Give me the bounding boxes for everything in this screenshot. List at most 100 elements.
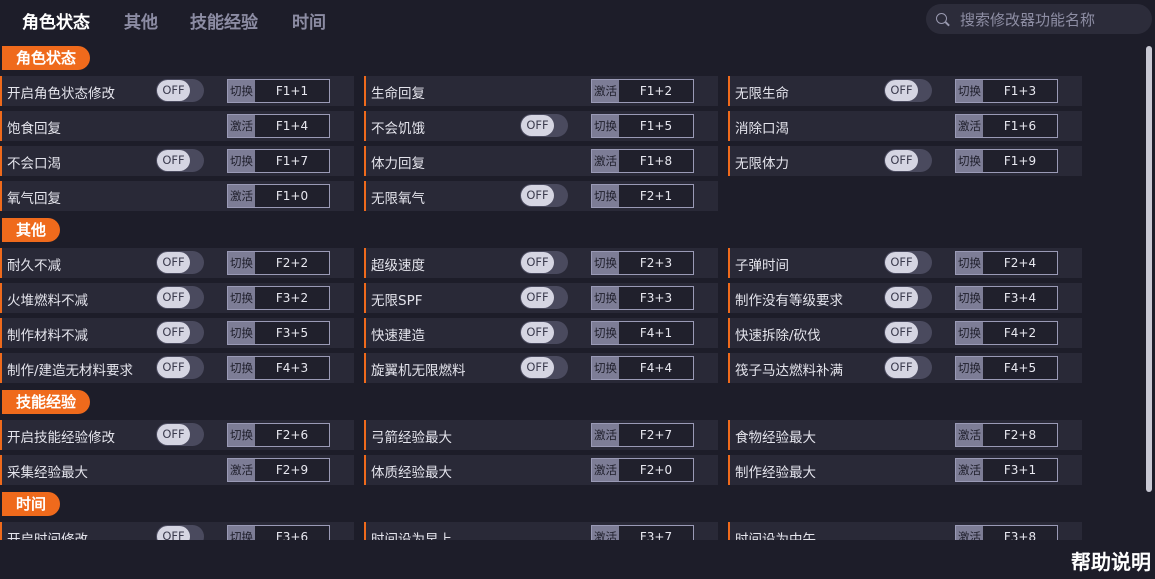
cheat-list: 角色状态 开启角色状态修改 OFF 切换 F1+1 生命回复 激活 F1+2 无限生命 OFF 切换… (0, 44, 1140, 540)
cheat-item: 火堆燃料不减 OFF 切换 F3+2 (0, 283, 354, 313)
hotkey-key: F1+8 (639, 154, 673, 168)
toggle-switch[interactable]: OFF (156, 79, 204, 102)
toggle-state: OFF (157, 424, 190, 445)
cheat-label: 耐久不减 (7, 258, 61, 274)
hotkey-field[interactable]: 激活 F1+2 (591, 79, 694, 103)
hotkey-field[interactable]: 激活 F1+6 (955, 114, 1058, 138)
hotkey-field[interactable]: 激活 F1+0 (227, 184, 330, 208)
toggle-switch[interactable]: OFF (156, 149, 204, 172)
hotkey-action-label: 激活 (592, 459, 619, 481)
cheat-label: 无限氧气 (371, 191, 425, 207)
hotkey-field[interactable]: 切换 F2+1 (591, 184, 694, 208)
toggle-switch[interactable]: OFF (520, 356, 568, 379)
hotkey-action-label: 切换 (228, 357, 255, 379)
toggle-state: OFF (521, 322, 554, 343)
hotkey-key: F1+3 (1003, 84, 1037, 98)
hotkey-field[interactable]: 切换 F3+6 (227, 525, 330, 540)
hotkey-field[interactable]: 切换 F4+3 (227, 356, 330, 380)
hotkey-field[interactable]: 激活 F3+1 (955, 458, 1058, 482)
hotkey-field[interactable]: 切换 F1+9 (955, 149, 1058, 173)
toggle-switch[interactable]: OFF (520, 251, 568, 274)
hotkey-action-label: 切换 (956, 357, 983, 379)
cheat-row: 氧气回复 激活 F1+0 无限氧气 OFF 切换 F2+1 (0, 181, 1140, 216)
cheat-item: 生命回复 激活 F1+2 (364, 76, 718, 106)
toggle-switch[interactable]: OFF (520, 321, 568, 344)
hotkey-action-label: 切换 (592, 252, 619, 274)
hotkey-key: F4+1 (639, 326, 673, 340)
hotkey-field[interactable]: 切换 F2+2 (227, 251, 330, 275)
cheat-label: 子弹时间 (735, 258, 789, 274)
toggle-switch[interactable]: OFF (156, 321, 204, 344)
hotkey-field[interactable]: 切换 F1+7 (227, 149, 330, 173)
toggle-switch[interactable]: OFF (156, 525, 204, 540)
help-button[interactable]: 帮助说明 (1071, 546, 1151, 575)
hotkey-field[interactable]: 切换 F1+1 (227, 79, 330, 103)
hotkey-field[interactable]: 激活 F3+8 (955, 525, 1058, 540)
hotkey-field[interactable]: 切换 F2+6 (227, 423, 330, 447)
hotkey-field[interactable]: 激活 F1+4 (227, 114, 330, 138)
scrollbar[interactable] (1145, 44, 1153, 540)
hotkey-key: F3+5 (275, 326, 309, 340)
scrollbar-thumb[interactable] (1146, 46, 1152, 492)
hotkey-action-label: 切换 (228, 322, 255, 344)
hotkey-key: F2+2 (275, 256, 309, 270)
toggle-switch[interactable]: OFF (520, 286, 568, 309)
cheat-label: 制作材料不减 (7, 328, 88, 344)
hotkey-field[interactable]: 切换 F4+5 (955, 356, 1058, 380)
toggle-switch[interactable]: OFF (884, 321, 932, 344)
hotkey-action-label: 切换 (592, 287, 619, 309)
toggle-switch[interactable]: OFF (520, 184, 568, 207)
search-input[interactable] (958, 9, 1142, 31)
cheat-label: 开启时间修改 (7, 532, 88, 540)
toggle-switch[interactable]: OFF (884, 251, 932, 274)
hotkey-key: F2+3 (639, 256, 673, 270)
hotkey-field[interactable]: 切换 F2+4 (955, 251, 1058, 275)
section-title: 角色状态 (2, 46, 91, 70)
toggle-switch[interactable]: OFF (156, 423, 204, 446)
section: 技能经验 开启技能经验修改 OFF 切换 F2+6 弓箭经验最大 激活 F2+7 食物经验最大激… (0, 388, 1140, 490)
toggle-state: OFF (521, 357, 554, 378)
hotkey-field[interactable]: 切换 F2+3 (591, 251, 694, 275)
cheat-label: 体质经验最大 (371, 465, 452, 481)
toggle-switch[interactable]: OFF (884, 356, 932, 379)
hotkey-field[interactable]: 切换 F1+3 (955, 79, 1058, 103)
hotkey-field[interactable]: 激活 F2+8 (955, 423, 1058, 447)
hotkey-field[interactable]: 切换 F4+1 (591, 321, 694, 345)
toggle-switch[interactable]: OFF (884, 79, 932, 102)
search-box[interactable] (926, 4, 1152, 34)
toggle-switch[interactable]: OFF (520, 114, 568, 137)
tab-time[interactable]: 时间 (292, 8, 326, 33)
hotkey-field[interactable]: 切换 F3+4 (955, 286, 1058, 310)
hotkey-field[interactable]: 激活 F1+8 (591, 149, 694, 173)
cheat-label: 开启角色状态修改 (7, 86, 115, 102)
hotkey-field[interactable]: 激活 F3+7 (591, 525, 694, 540)
hotkey-key: F1+4 (275, 119, 309, 133)
hotkey-key: F1+5 (639, 119, 673, 133)
hotkey-field[interactable]: 激活 F2+9 (227, 458, 330, 482)
cheat-item: 开启时间修改 OFF 切换 F3+6 (0, 522, 354, 540)
hotkey-field[interactable]: 激活 F2+7 (591, 423, 694, 447)
tab-skill-exp[interactable]: 技能经验 (190, 8, 258, 33)
toggle-switch[interactable]: OFF (884, 286, 932, 309)
toggle-state: OFF (885, 150, 918, 171)
toggle-switch[interactable]: OFF (156, 251, 204, 274)
hotkey-field[interactable]: 切换 F3+5 (227, 321, 330, 345)
hotkey-key: F4+5 (1003, 361, 1037, 375)
cheat-label: 无限SPF (371, 293, 423, 309)
tab-other[interactable]: 其他 (124, 8, 158, 33)
tab-character-status[interactable]: 角色状态 (22, 8, 90, 33)
cheat-item: 无限体力 OFF 切换 F1+9 (728, 146, 1082, 176)
toggle-switch[interactable]: OFF (156, 286, 204, 309)
hotkey-field[interactable]: 切换 F3+2 (227, 286, 330, 310)
cheat-row: 饱食回复 激活 F1+4 不会饥饿 OFF 切换 F1+5 消除口渴 激活 F1+6 (0, 111, 1140, 146)
hotkey-field[interactable]: 切换 F4+2 (955, 321, 1058, 345)
cheat-row: 开启时间修改 OFF 切换 F3+6 时间设为早上 激活 F3+7 时间设为中午 激活 F3+8 (0, 522, 1140, 540)
toggle-switch[interactable]: OFF (884, 149, 932, 172)
hotkey-key: F3+7 (639, 530, 673, 540)
hotkey-field[interactable]: 切换 F3+3 (591, 286, 694, 310)
hotkey-field[interactable]: 激活 F2+0 (591, 458, 694, 482)
toggle-state: OFF (885, 80, 918, 101)
hotkey-field[interactable]: 切换 F1+5 (591, 114, 694, 138)
toggle-switch[interactable]: OFF (156, 356, 204, 379)
hotkey-field[interactable]: 切换 F4+4 (591, 356, 694, 380)
